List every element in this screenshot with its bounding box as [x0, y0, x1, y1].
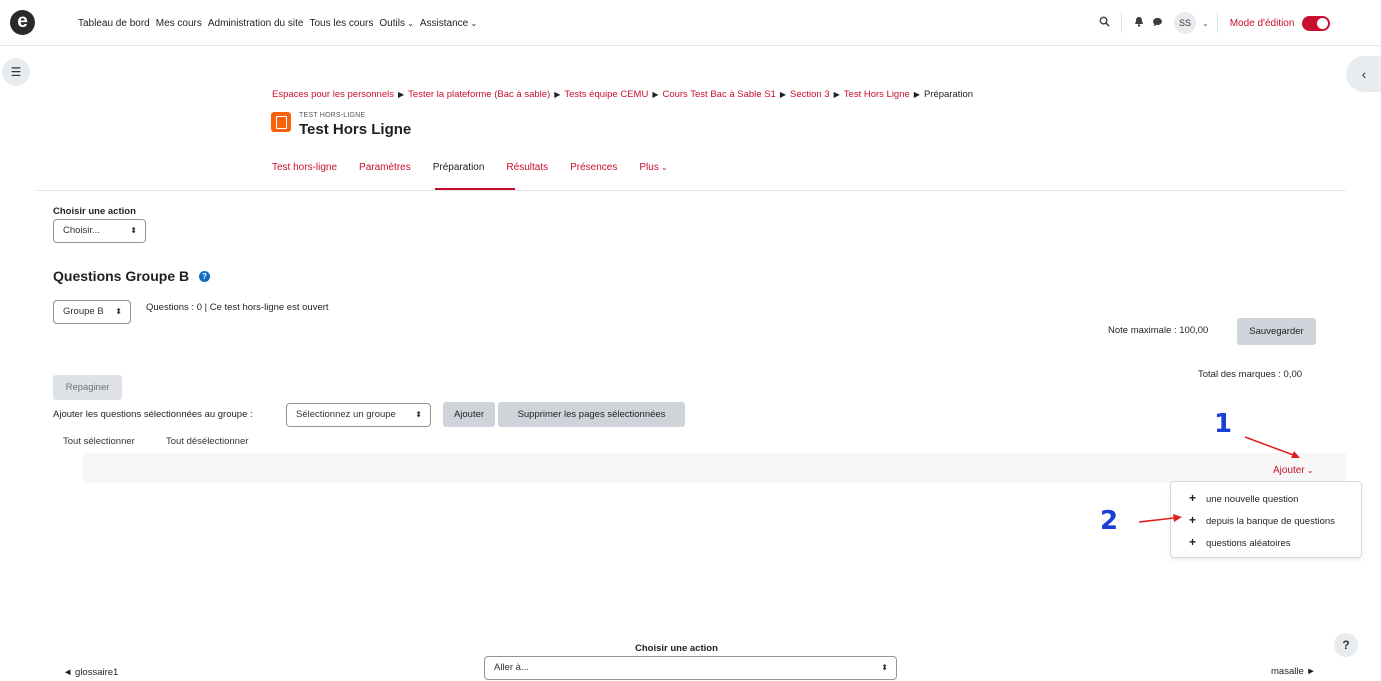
add-to-group-label: Ajouter les questions sélectionnées au g… — [53, 409, 253, 420]
breadcrumb-current: Préparation — [923, 89, 974, 100]
plus-icon: + — [1189, 513, 1197, 527]
footer-action-label: Choisir une action — [635, 643, 718, 654]
breadcrumb: Espaces pour les personnels ▶ Tester la pl… — [272, 89, 973, 100]
breadcrumb-separator-icon: ▶ — [554, 90, 561, 99]
max-grade-label: Note maximale : 100,00 — [1108, 325, 1209, 336]
select-value: Aller à... — [494, 662, 529, 673]
total-marks: Total des marques : 0,00 — [1198, 369, 1303, 380]
plus-icon: + — [1189, 491, 1197, 505]
user-avatar[interactable]: SS — [1174, 12, 1196, 34]
select-arrow-icon: ⬍ — [881, 663, 888, 672]
add-menu-trigger[interactable]: Ajouter — [1273, 465, 1314, 476]
primary-navigation: Tableau de bord Mes cours Administration… — [78, 18, 477, 29]
tab-preparation[interactable]: Préparation — [433, 162, 485, 173]
nav-tools-dropdown[interactable]: Outils — [379, 18, 414, 29]
quiz-status-info: Questions : 0 | Ce test hors-ligne est o… — [146, 302, 329, 313]
annotation-arrow-1-icon — [1244, 436, 1300, 458]
course-index-toggle-icon[interactable]: ☰ — [2, 58, 30, 86]
select-value: Groupe B — [63, 306, 104, 317]
breadcrumb-link[interactable]: Espaces pour les personnels — [272, 89, 394, 100]
add-random-questions-item[interactable]: + questions aléatoires — [1189, 535, 1291, 549]
tab-offline-quiz[interactable]: Test hors-ligne — [272, 162, 337, 173]
breadcrumb-separator-icon: ▶ — [398, 90, 405, 99]
chat-icon[interactable] — [1148, 16, 1166, 30]
add-new-question-item[interactable]: + une nouvelle question — [1189, 491, 1298, 505]
offline-quiz-icon — [271, 112, 291, 132]
previous-activity-link[interactable]: ◄ glossaire1 — [63, 667, 118, 678]
bell-icon[interactable] — [1130, 16, 1148, 30]
breadcrumb-separator-icon: ▶ — [913, 90, 920, 99]
breadcrumb-link[interactable]: Cours Test Bac à Sable S1 — [662, 89, 775, 100]
divider — [1121, 13, 1122, 33]
menu-item-label: questions aléatoires — [1206, 538, 1291, 549]
breadcrumb-link[interactable]: Tests équipe CEMU — [564, 89, 648, 100]
divider — [1216, 13, 1218, 33]
breadcrumb-link[interactable]: Section 3 — [790, 89, 830, 100]
top-navbar: e Tableau de bord Mes cours Administrati… — [0, 0, 1381, 46]
secondary-navigation: Test hors-ligne Paramètres Préparation R… — [272, 162, 690, 173]
add-menu-dropdown: + une nouvelle question + depuis la banque… — [1170, 481, 1362, 558]
select-value: Choisir... — [63, 225, 100, 236]
chevron-down-icon[interactable]: ⌄ — [1202, 19, 1209, 28]
annotation-number-2: 2 — [1100, 506, 1119, 536]
annotation-arrow-2-icon — [1138, 514, 1182, 523]
select-arrow-icon: ⬍ — [130, 226, 137, 235]
edit-mode-toggle[interactable] — [1302, 15, 1331, 31]
breadcrumb-link[interactable]: Test Hors Ligne — [844, 89, 910, 100]
page-title: Test Hors Ligne — [299, 121, 412, 138]
nav-my-courses[interactable]: Mes cours — [156, 18, 202, 29]
breadcrumb-separator-icon: ▶ — [833, 90, 840, 99]
menu-item-label: une nouvelle question — [1206, 494, 1299, 505]
select-all-link[interactable]: Tout sélectionner — [63, 436, 135, 447]
select-arrow-icon: ⬍ — [115, 307, 122, 316]
breadcrumb-separator-icon: ▶ — [779, 90, 786, 99]
block-drawer-toggle-icon[interactable]: ‹ — [1346, 56, 1381, 92]
select-value: Sélectionnez un groupe — [296, 409, 396, 420]
nav-dashboard[interactable]: Tableau de bord — [78, 18, 150, 29]
section-heading: Questions Groupe B — [53, 268, 190, 284]
user-tools: SS ⌄ Mode d'édition — [1095, 12, 1331, 34]
choose-action-select[interactable]: Choisir... ⬍ — [53, 219, 146, 243]
save-button[interactable]: Sauvegarder — [1237, 318, 1316, 345]
search-icon[interactable] — [1095, 16, 1113, 30]
plus-icon: + — [1189, 535, 1197, 549]
next-activity-link[interactable]: masalle ► — [1271, 666, 1316, 677]
add-to-group-button[interactable]: Ajouter — [443, 402, 495, 427]
module-type-label: TEST HORS-LIGNE — [299, 112, 366, 119]
divider — [36, 190, 1346, 191]
group-select[interactable]: Groupe B ⬍ — [53, 300, 131, 324]
deselect-all-link[interactable]: Tout désélectionner — [166, 436, 248, 447]
add-from-bank-item[interactable]: + depuis la banque de questions — [1189, 513, 1335, 527]
group-target-select[interactable]: Sélectionnez un groupe ⬍ — [286, 403, 431, 427]
jump-to-select[interactable]: Aller à... ⬍ — [484, 656, 897, 680]
site-logo[interactable]: e — [10, 10, 35, 35]
breadcrumb-separator-icon: ▶ — [652, 90, 659, 99]
nav-site-admin[interactable]: Administration du site — [208, 18, 304, 29]
repaginate-button[interactable]: Repaginer — [53, 375, 122, 400]
tab-attendance[interactable]: Présences — [570, 162, 617, 173]
choose-action-label: Choisir une action — [53, 206, 136, 217]
delete-selected-pages-button[interactable]: Supprimer les pages sélectionnées — [498, 402, 685, 427]
tab-results[interactable]: Résultats — [506, 162, 548, 173]
footer-help-icon[interactable]: ? — [1334, 633, 1358, 657]
nav-assistance-dropdown[interactable]: Assistance — [420, 18, 477, 29]
nav-all-courses[interactable]: Tous les cours — [309, 18, 373, 29]
annotation-number-1: 1 — [1214, 409, 1233, 439]
menu-item-label: depuis la banque de questions — [1206, 516, 1335, 527]
select-arrow-icon: ⬍ — [415, 410, 422, 419]
help-icon[interactable]: ? — [199, 271, 210, 282]
breadcrumb-link[interactable]: Tester la plateforme (Bac à sable) — [408, 89, 550, 100]
tab-settings[interactable]: Paramètres — [359, 162, 411, 173]
edit-mode-label: Mode d'édition — [1229, 17, 1295, 29]
tab-more[interactable]: Plus — [639, 162, 667, 173]
page-toolbar — [82, 453, 1346, 483]
